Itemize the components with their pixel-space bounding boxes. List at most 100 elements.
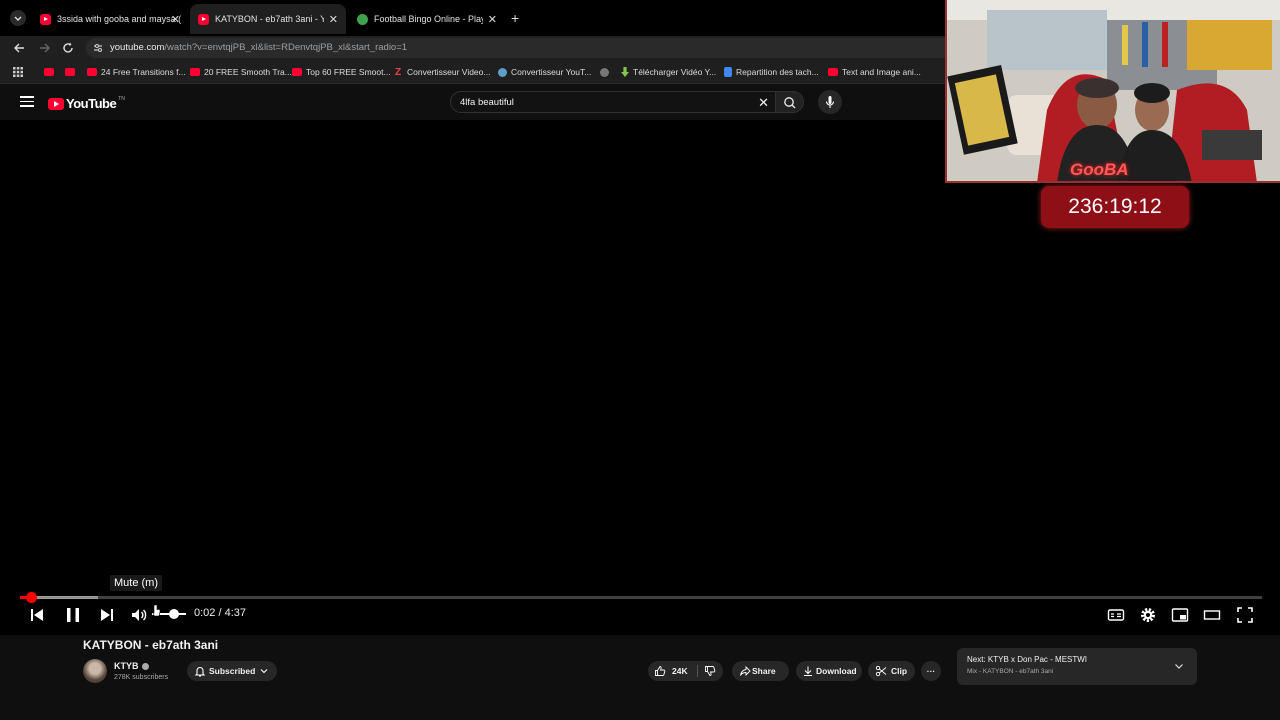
subscribed-button[interactable]: Subscribed (187, 661, 277, 681)
bookmark-item[interactable]: Top 60 FREE Smoot... (292, 66, 391, 78)
thumbs-up-icon (655, 666, 666, 676)
reload-icon (63, 42, 73, 53)
mute-button[interactable] (129, 605, 149, 625)
docs-icon (724, 67, 732, 77)
tab-search-button[interactable] (10, 10, 26, 26)
search-button[interactable] (776, 91, 804, 113)
volume-icon (132, 609, 147, 621)
youtube-icon (65, 68, 75, 76)
new-tab-button[interactable]: + (511, 10, 519, 26)
tab-title: Football Bingo Online - Play N (374, 14, 483, 24)
video-title: KATYBON - eb7ath 3ani (83, 638, 219, 652)
theater-mode-button[interactable] (1202, 605, 1222, 625)
arrow-right-icon (40, 43, 50, 53)
download-label: Download (816, 666, 857, 676)
dislike-button[interactable] (698, 661, 723, 681)
bookmark-item[interactable]: Text and Image ani... (828, 66, 921, 78)
arrow-left-icon (14, 43, 24, 53)
youtube-masthead: YouTube TN 4lfa beautiful ✕ (0, 84, 945, 120)
voice-search-button[interactable] (818, 90, 842, 114)
clip-label: Clip (891, 666, 908, 676)
share-icon (740, 665, 751, 677)
browser-tab-active[interactable]: KATYBON - eb7ath 3ani - YouT ✕ (190, 4, 346, 34)
channel-avatar[interactable] (83, 659, 107, 683)
webcam-overlay (945, 0, 1280, 183)
site-settings-icon[interactable] (92, 42, 104, 54)
next-title: Next: KTYB x Don Pac - MESTWI (967, 655, 1088, 664)
close-tab-icon[interactable]: ✕ (171, 13, 180, 26)
bookmark-label: Convertisseur YouT... (511, 67, 592, 77)
next-subtitle: Mix - KATYBON - eb7ath 3ani (967, 668, 1054, 675)
youtube-icon (87, 68, 97, 76)
browser-tab[interactable]: Football Bingo Online - Play N ✕ (349, 6, 505, 32)
bookmark-item[interactable] (65, 66, 79, 78)
skip-previous-icon (31, 609, 43, 621)
download-icon (621, 67, 629, 77)
youtube-icon (190, 68, 200, 76)
globe-icon (600, 67, 609, 77)
browser-tab[interactable]: 3ssida with gooba and maysa ( ✕ (32, 6, 188, 32)
tab-title: KATYBON - eb7ath 3ani - YouT (215, 14, 324, 24)
streamer-name-logo: GooBA (1070, 160, 1129, 179)
close-tab-icon[interactable]: ✕ (488, 13, 497, 26)
bookmark-item[interactable]: Télécharger Vidéo Y... (621, 66, 716, 78)
volume-knob[interactable] (169, 609, 179, 619)
like-button[interactable]: 24K (648, 661, 696, 681)
bookmark-item[interactable]: Z Convertisseur Video... (395, 66, 490, 78)
pause-icon (67, 608, 79, 622)
subtitles-button[interactable] (1106, 605, 1126, 625)
search-input[interactable]: 4lfa beautiful ✕ (450, 91, 776, 113)
mouse-cursor-icon (151, 604, 161, 618)
url-bar[interactable]: youtube.com/watch?v=envtqjPB_xl&list=RDe… (86, 38, 946, 58)
bookmark-label: Repartition des tach... (736, 67, 819, 77)
bookmark-item[interactable] (600, 66, 613, 78)
more-actions-button[interactable]: ··· (921, 661, 941, 681)
next-up-card[interactable]: Next: KTYB x Don Pac - MESTWI Mix - KATY… (957, 648, 1197, 685)
download-button[interactable]: Download (796, 661, 862, 681)
apps-icon[interactable] (13, 67, 23, 77)
download-icon (804, 666, 812, 676)
bookmark-label: Top 60 FREE Smoot... (306, 67, 391, 77)
menu-icon[interactable] (20, 96, 34, 107)
url-path: /watch?v=envtqjPB_xl&list=RDenvtqjPB_xl&… (164, 42, 408, 53)
forward-button[interactable] (36, 40, 52, 56)
thumbs-down-icon (705, 666, 716, 676)
pause-button[interactable] (63, 605, 83, 625)
football-favicon-icon (357, 13, 368, 25)
fullscreen-icon (1237, 607, 1253, 623)
chevron-down-icon[interactable] (1173, 660, 1185, 672)
bookmarks-bar: 24 Free Transitions f... 20 FREE Smooth … (0, 60, 945, 84)
stream-timer: 236:19:12 (1041, 186, 1189, 228)
channel-name[interactable]: KTYB (114, 661, 139, 671)
next-button[interactable] (97, 605, 117, 625)
miniplayer-button[interactable] (1170, 605, 1190, 625)
search-query: 4lfa beautiful (460, 97, 514, 108)
like-count: 24K (672, 666, 688, 676)
share-label: Share (752, 666, 776, 676)
youtube-wordmark: YouTube (66, 96, 117, 111)
url-text: youtube.com/watch?v=envtqjPB_xl&list=RDe… (110, 42, 407, 53)
url-host: youtube.com (110, 42, 165, 53)
youtube-logo[interactable]: YouTube TN (48, 96, 125, 111)
bookmark-item[interactable] (44, 66, 58, 78)
bookmark-item[interactable]: Repartition des tach... (724, 66, 819, 78)
youtube-icon (292, 68, 302, 76)
close-tab-icon[interactable]: ✕ (329, 13, 338, 26)
clear-search-icon[interactable]: ✕ (758, 96, 769, 109)
fullscreen-button[interactable] (1235, 605, 1255, 625)
bookmark-label: Convertisseur Video... (407, 67, 491, 77)
bookmark-item[interactable]: 20 FREE Smooth Tra... (190, 66, 292, 78)
chevron-down-icon (14, 16, 22, 21)
bookmark-item[interactable]: 24 Free Transitions f... (87, 66, 186, 78)
search-icon (784, 97, 796, 109)
back-button[interactable] (12, 40, 28, 56)
previous-button[interactable] (27, 605, 47, 625)
progress-bar[interactable] (20, 592, 1262, 603)
verified-icon (142, 663, 149, 670)
clip-button[interactable]: Clip (868, 661, 915, 681)
reload-button[interactable] (60, 40, 76, 56)
share-button[interactable]: Share (732, 661, 789, 681)
bookmark-label: Télécharger Vidéo Y... (633, 67, 717, 77)
bookmark-item[interactable]: Convertisseur YouT... (498, 66, 591, 78)
settings-button[interactable] (1138, 605, 1158, 625)
